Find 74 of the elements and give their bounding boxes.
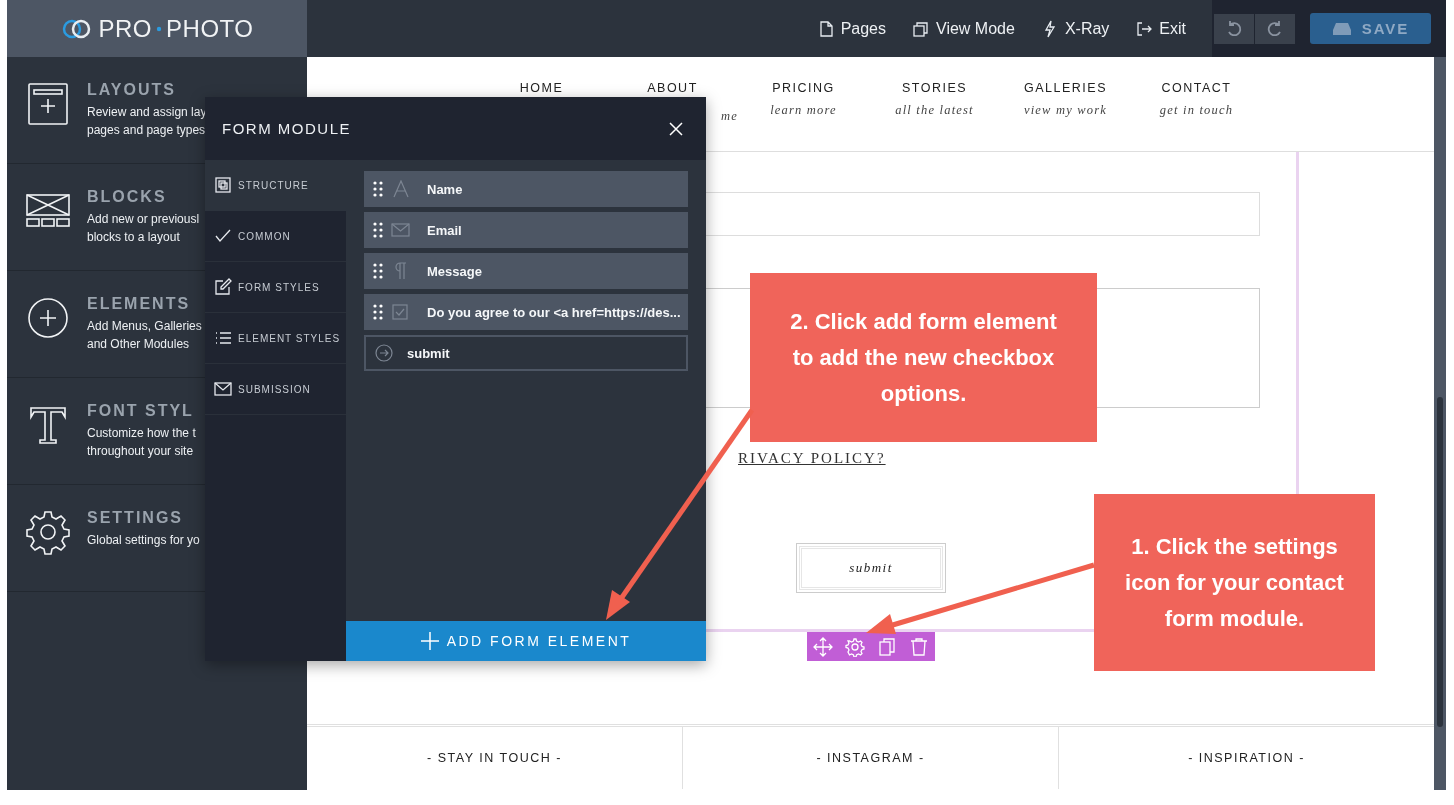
- scrollbar[interactable]: [1434, 57, 1446, 790]
- drag-handle-icon[interactable]: [373, 304, 383, 320]
- footer-heading: - STAY IN TOUCH -: [427, 751, 562, 765]
- sidebar-description: pages and page types: [87, 122, 207, 139]
- form-element-row[interactable]: Email: [364, 212, 688, 248]
- checkbox-icon: [391, 303, 411, 321]
- envelope-icon: [214, 380, 232, 398]
- submit-button[interactable]: submit: [796, 543, 946, 593]
- privacy-link[interactable]: RIVACY POLICY?: [738, 450, 886, 467]
- nav-link[interactable]: PRICING: [772, 81, 835, 95]
- envelope-icon: [391, 221, 411, 239]
- add-form-element-button[interactable]: ADD FORM ELEMENT: [346, 621, 706, 661]
- form-element-row[interactable]: Message: [364, 253, 688, 289]
- logo-text: PRO: [98, 14, 153, 43]
- layout-icon: [25, 81, 71, 127]
- form-element-row[interactable]: Name: [364, 171, 688, 207]
- redo-button[interactable]: [1255, 13, 1295, 44]
- sidebar-title: ELEMENTS: [87, 295, 192, 313]
- exit-icon: [1135, 19, 1154, 38]
- plus-circle-icon: [25, 295, 71, 341]
- sidebar-description: Global settings for yo: [87, 532, 200, 549]
- logo-dot-icon: [156, 25, 163, 32]
- nav-link[interactable]: CONTACT: [1161, 81, 1232, 95]
- toolbar-link[interactable]: Pages: [816, 19, 886, 38]
- undo-icon: [1225, 19, 1243, 38]
- drag-handle-icon[interactable]: [373, 222, 383, 238]
- callout-text: 2. Click add form element to add the new checkbox options.: [790, 307, 1057, 408]
- settings-icon[interactable]: [845, 636, 865, 657]
- form-element-row[interactable]: Do you agree to our <a href=https://des...: [364, 294, 688, 330]
- trash-icon[interactable]: [909, 636, 929, 657]
- sidebar-description: Customize how the t: [87, 425, 196, 442]
- sidebar-title: FONT STYL: [87, 402, 195, 420]
- nav-subtitle: view my work: [1023, 103, 1108, 118]
- redo-icon: [1266, 19, 1284, 38]
- toolbar-link[interactable]: X-Ray: [1040, 19, 1110, 38]
- nav-link[interactable]: ABOUT: [647, 81, 698, 95]
- nav-subtitle: learn more: [770, 103, 837, 118]
- edit-icon: [214, 278, 232, 296]
- toolbar-link[interactable]: Exit: [1135, 19, 1186, 38]
- drive-icon: [1331, 21, 1352, 36]
- gear-icon: [25, 509, 71, 555]
- sidebar-description: blocks to a layout: [87, 229, 181, 246]
- toolbar-link[interactable]: View Mode: [912, 19, 1015, 38]
- plus-icon: [420, 632, 439, 650]
- arrow-circle-icon: [375, 344, 395, 362]
- move-icon[interactable]: [813, 636, 833, 657]
- sidebar-description: throughout your site: [87, 443, 195, 460]
- copy-icon[interactable]: [877, 636, 897, 657]
- letter-icon: [391, 180, 411, 198]
- callout-text: 1. Click the settings icon for your contact form module.: [1124, 532, 1345, 633]
- dialog-tab[interactable]: STRUCTURE: [205, 160, 346, 211]
- nav-link[interactable]: GALLERIES: [1024, 81, 1107, 95]
- undo-button[interactable]: [1214, 13, 1254, 44]
- list-icon: [214, 329, 232, 347]
- drag-handle-icon[interactable]: [373, 263, 383, 279]
- sidebar-description: and Other Modules: [87, 336, 191, 353]
- nav-subtitle: get in touch: [1159, 103, 1234, 118]
- sidebar-description: Add new or previousl: [87, 211, 200, 228]
- logo-text: PHOTO: [166, 14, 254, 43]
- nav-subtitle: me: [721, 109, 738, 124]
- nav-link[interactable]: HOME: [519, 81, 564, 95]
- sidebar-title: LAYOUTS: [87, 81, 177, 99]
- sidebar-description: Add Menus, Galleries: [87, 318, 202, 335]
- sidebar-title: SETTINGS: [87, 509, 184, 527]
- frame-icon: [214, 176, 232, 194]
- nav-subtitle: all the latest: [895, 103, 974, 118]
- close-icon[interactable]: [669, 121, 683, 136]
- footer-heading: - INSTAGRAM -: [816, 751, 925, 765]
- windows-icon: [912, 19, 930, 38]
- sidebar-title: BLOCKS: [87, 188, 168, 206]
- nav-link[interactable]: STORIES: [901, 81, 968, 95]
- logo-icon: [60, 17, 93, 40]
- drag-handle-icon[interactable]: [373, 181, 383, 197]
- footer-heading: - INSPIRATION -: [1188, 751, 1305, 765]
